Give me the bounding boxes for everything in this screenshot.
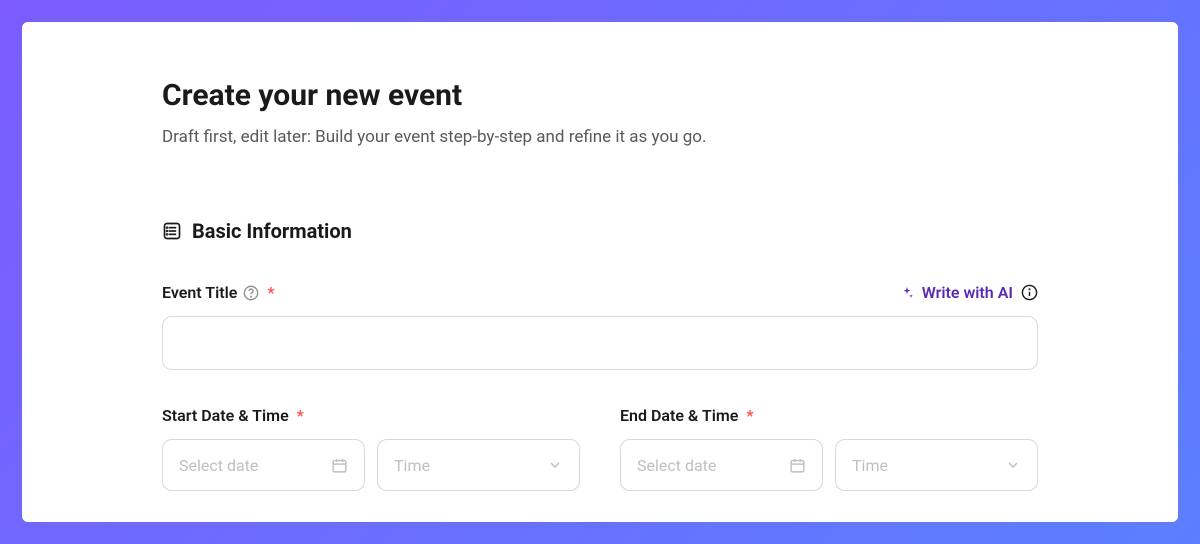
event-title-row: Event Title * Write with AI: [162, 283, 1038, 302]
start-date-input[interactable]: Select date: [162, 439, 365, 491]
end-date-input[interactable]: Select date: [620, 439, 823, 491]
required-indicator: *: [297, 406, 304, 425]
end-datetime-inputs: Select date Time: [620, 439, 1038, 491]
calendar-icon: [789, 457, 806, 474]
write-with-ai-button[interactable]: Write with AI: [900, 283, 1038, 302]
calendar-icon: [331, 457, 348, 474]
help-icon[interactable]: [243, 285, 259, 301]
start-time-input[interactable]: Time: [377, 439, 580, 491]
page-subtitle: Draft first, edit later: Build your even…: [162, 127, 1038, 147]
form-card: Create your new event Draft first, edit …: [22, 22, 1178, 522]
start-datetime-label: Start Date & Time *: [162, 406, 580, 425]
end-datetime-label: End Date & Time *: [620, 406, 1038, 425]
section-title: Basic Information: [192, 219, 352, 243]
page-title: Create your new event: [162, 78, 1038, 113]
event-title-label: Event Title *: [162, 283, 275, 302]
list-icon: [162, 221, 182, 241]
required-indicator: *: [746, 406, 753, 425]
end-time-input[interactable]: Time: [835, 439, 1038, 491]
required-indicator: *: [267, 283, 274, 302]
info-icon[interactable]: [1021, 284, 1038, 301]
end-datetime-col: End Date & Time * Select date: [620, 406, 1038, 491]
datetime-row: Start Date & Time * Select date: [162, 406, 1038, 491]
section-header: Basic Information: [162, 219, 1038, 243]
chevron-down-icon: [547, 457, 563, 473]
start-datetime-col: Start Date & Time * Select date: [162, 406, 580, 491]
start-datetime-inputs: Select date Time: [162, 439, 580, 491]
event-title-input[interactable]: [162, 316, 1038, 370]
sparkle-icon: [900, 286, 914, 300]
chevron-down-icon: [1005, 457, 1021, 473]
